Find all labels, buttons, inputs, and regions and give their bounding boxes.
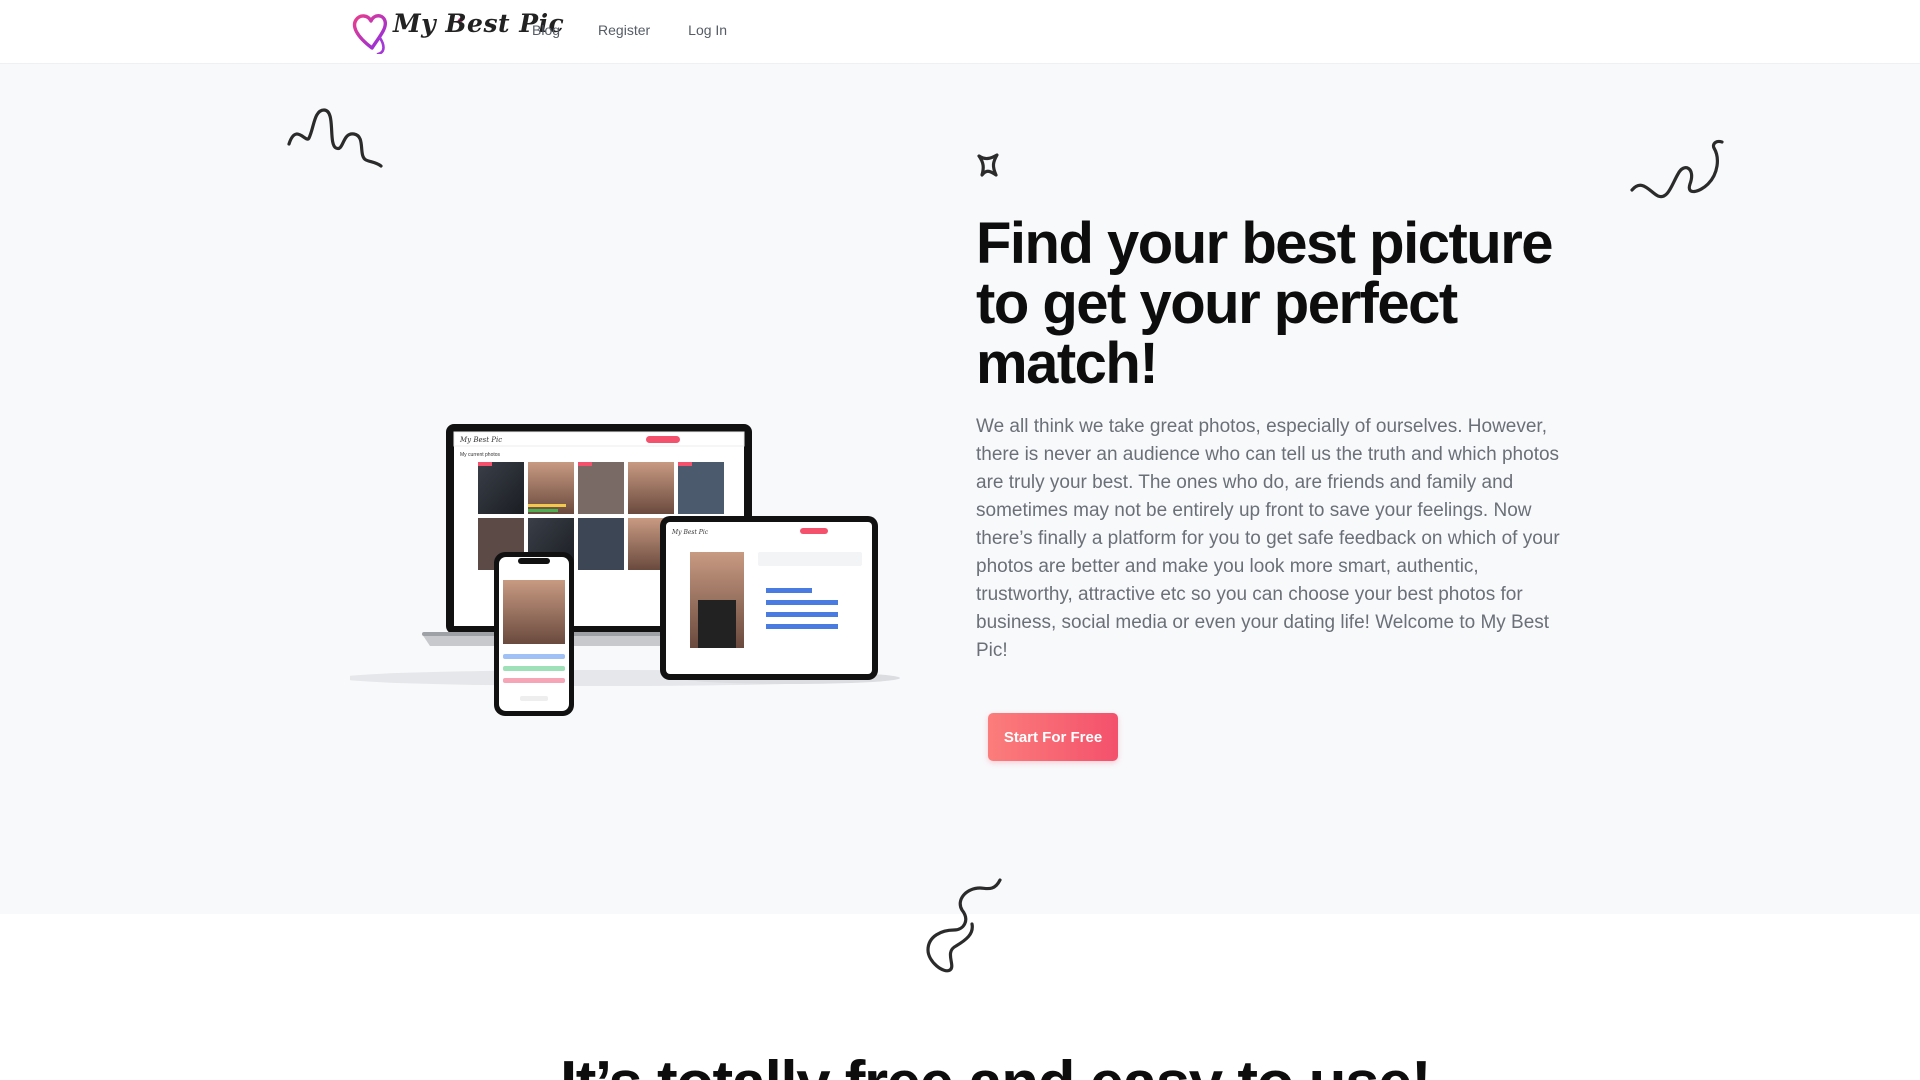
sparkle-star-icon — [977, 153, 999, 177]
nav-login-link[interactable]: Log In — [688, 22, 727, 38]
nav-blog-link[interactable]: Blog — [532, 22, 560, 38]
hero-description: We all think we take great photos, espec… — [976, 416, 1560, 661]
hero-headline: Find your best picture to get your perfe… — [976, 211, 1554, 396]
start-for-free-button[interactable]: Start For Free — [988, 713, 1118, 761]
svg-text:My Best Pic: My Best Pic — [459, 436, 502, 444]
svg-text:My Best Pic: My Best Pic — [671, 529, 709, 536]
section-title-free: It’s totally free and easy to use! — [560, 1048, 1460, 1080]
main-nav: Blog Register Log In — [532, 22, 727, 38]
site-header: My Best Pic Blog Register Log In — [0, 0, 1920, 64]
hero-section: My Best Pic My current photos My Best Pi… — [0, 64, 1920, 973]
device-mockup-image: My Best Pic My current photos My Best Pi… — [350, 424, 900, 716]
squiggle-bottom-icon — [926, 878, 1002, 973]
nav-register-link[interactable]: Register — [598, 22, 650, 38]
squiggle-top-left-icon — [287, 108, 383, 168]
squiggle-top-right-icon — [1630, 139, 1724, 199]
svg-text:My current photos: My current photos — [460, 452, 501, 458]
